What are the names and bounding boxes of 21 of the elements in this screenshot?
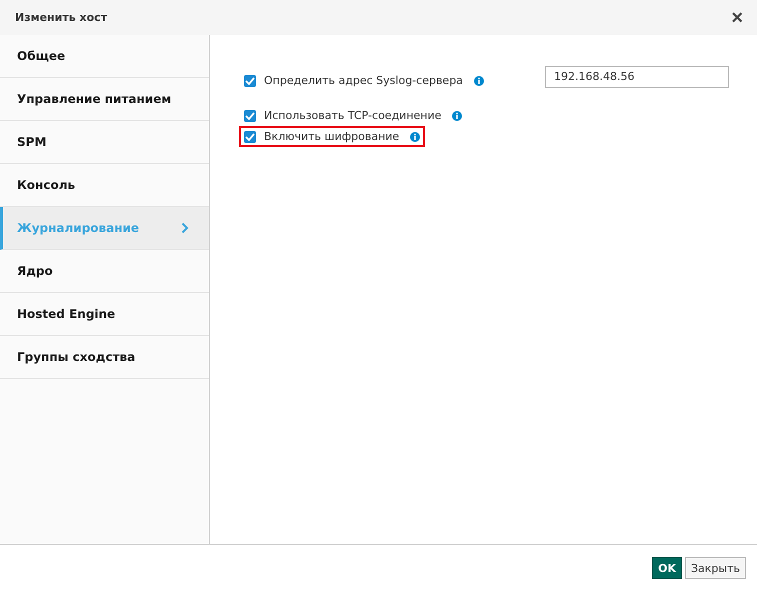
info-icon[interactable] (452, 110, 462, 120)
window-title: Изменить хост (15, 11, 108, 24)
checkbox-label: Использовать TCP-соединение (264, 109, 442, 122)
checkbox-label: Включить шифрование (264, 130, 400, 143)
input-field[interactable]: 192.168.48.56 (545, 66, 729, 88)
sidebar-item[interactable]: Управление питанием (0, 78, 209, 121)
info-icon[interactable] (474, 76, 484, 86)
sidebar-item[interactable]: Ядро (0, 250, 209, 293)
close-button[interactable]: Закрыть (685, 557, 746, 579)
checkbox[interactable] (244, 130, 256, 142)
checkbox-label: Определить адрес Syslog-сервера (264, 74, 463, 87)
sidebar-item[interactable]: Общее (0, 35, 209, 78)
checkbox[interactable] (244, 74, 256, 86)
close-button[interactable]: × (729, 8, 745, 28)
chevron-right-icon (181, 222, 189, 234)
sidebar-item[interactable]: SPM (0, 121, 209, 164)
sidebar-item[interactable]: Группы сходства (0, 336, 209, 379)
sidebar-item[interactable]: Hosted Engine (0, 293, 209, 336)
checkbox[interactable] (244, 110, 256, 122)
ok-button[interactable]: OK (652, 557, 682, 579)
info-icon[interactable] (410, 132, 420, 142)
